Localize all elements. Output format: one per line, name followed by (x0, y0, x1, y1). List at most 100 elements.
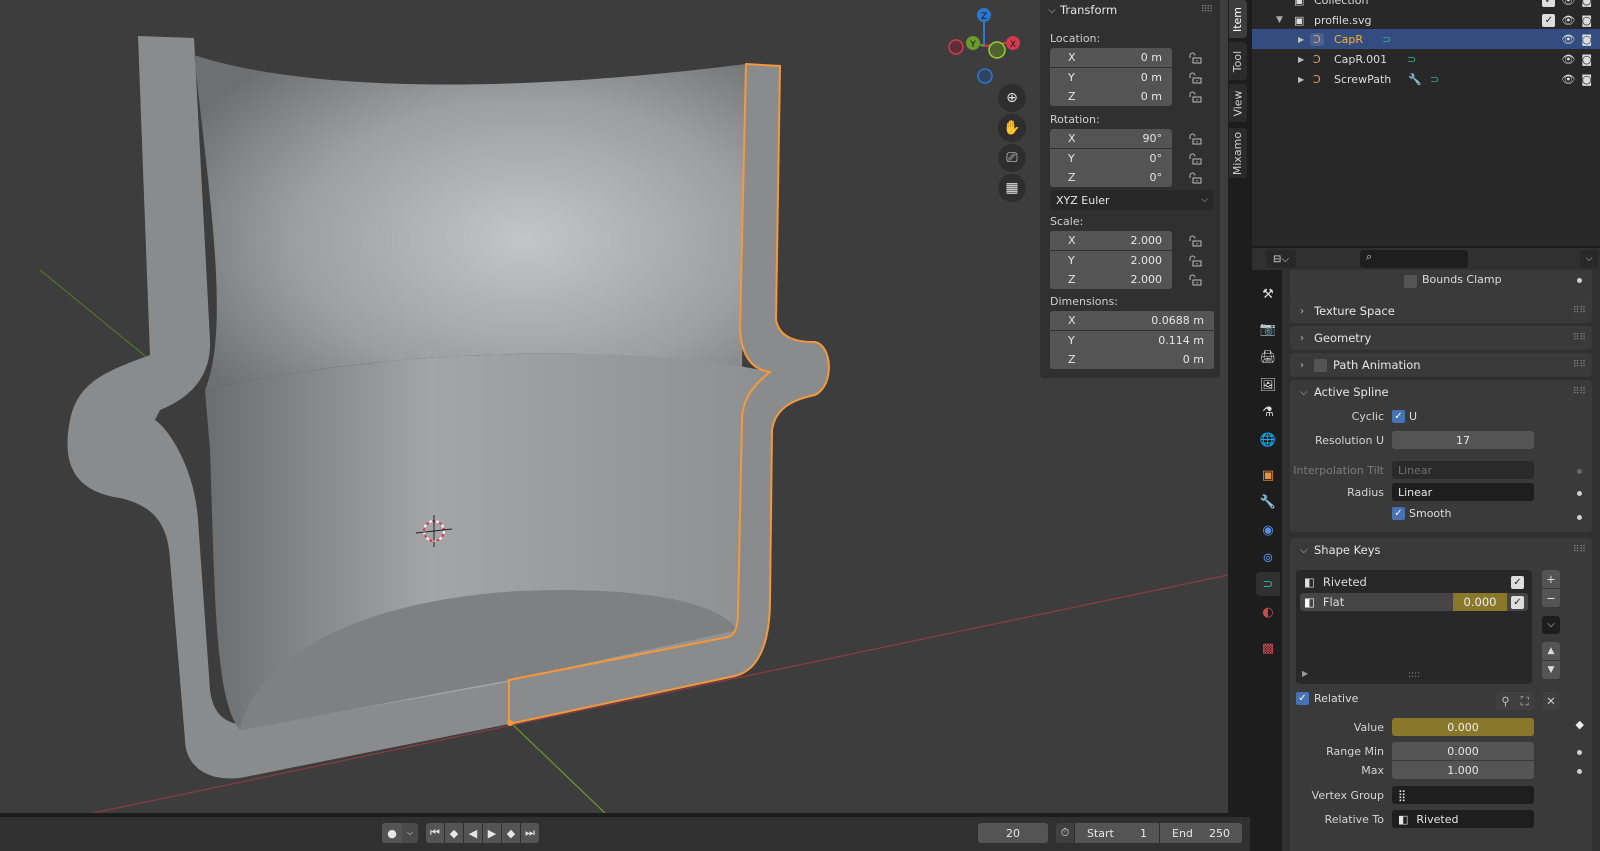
jump-to-start-button[interactable]: ⏮ (426, 823, 444, 843)
rotation-y-field[interactable]: Y 0° (1050, 148, 1172, 168)
remove-shape-key-button[interactable]: − (1542, 589, 1560, 607)
transform-panel-header[interactable]: ⌵ Transform ⠿⠿ (1040, 0, 1220, 20)
resolution-u-field[interactable]: 17 (1392, 431, 1534, 449)
wrench-modifier-icon[interactable]: 🔧 (1408, 73, 1422, 86)
outliner-row-capr-001[interactable]: ▶ Ↄ CapR.001 ⊃ 👁 ◙ (1252, 49, 1600, 69)
jump-to-end-button[interactable]: ⏭ (521, 823, 539, 843)
unlock-icon[interactable] (1188, 172, 1202, 184)
grid-perspective-icon[interactable]: ▦ (998, 174, 1026, 202)
unlock-icon[interactable] (1188, 235, 1202, 247)
eye-icon[interactable]: 👁 (1561, 33, 1575, 46)
shape-key-mute-checkbox[interactable]: ✓ (1511, 595, 1524, 609)
geometry-panel[interactable]: › Geometry ⠿⠿ (1290, 326, 1592, 350)
dimensions-x-field[interactable]: X 0.0688 m (1050, 311, 1214, 330)
render-camera-icon[interactable]: ◙ (1581, 14, 1592, 27)
view-layer-icon[interactable]: 🖼 (1256, 373, 1280, 397)
curve-data-icon[interactable]: ⊃ (1407, 53, 1416, 66)
modifier-wrench-icon[interactable]: 🔧 (1256, 490, 1280, 514)
cyclic-u-checkbox[interactable]: ✓ (1392, 410, 1405, 423)
end-frame-field[interactable]: End 250 (1160, 823, 1242, 843)
relative-to-field[interactable]: ◧ Riveted (1392, 810, 1534, 828)
unlock-icon[interactable] (1188, 72, 1202, 84)
auto-keying-button[interactable]: ● (382, 823, 402, 843)
eye-icon[interactable]: 👁 (1561, 53, 1575, 66)
zoom-icon[interactable]: ⊕ (998, 84, 1026, 112)
active-spline-header[interactable]: ⌵ Active Spline ⠿⠿ (1290, 380, 1592, 404)
unlock-icon[interactable] (1188, 274, 1202, 286)
scene-icon[interactable]: ⚗ (1256, 400, 1280, 424)
current-frame-field[interactable]: 20 (978, 823, 1048, 843)
rotation-x-field[interactable]: X 90° (1050, 129, 1172, 148)
pan-hand-icon[interactable]: ✋ (998, 114, 1026, 142)
render-camera-icon[interactable]: ◙ (1581, 0, 1592, 7)
disclosure-triangle-open-icon[interactable]: ▼ (1276, 15, 1283, 25)
render-camera-icon[interactable]: ◙ (1581, 53, 1592, 66)
gizmo-neg-z[interactable] (977, 68, 993, 84)
rotation-mode-dropdown[interactable]: XYZ Euler ⌵ (1050, 190, 1214, 210)
properties-search-input[interactable]: ⌕ (1360, 250, 1468, 268)
render-camera-icon[interactable]: ◙ (1581, 33, 1592, 46)
shape-key-item-riveted[interactable]: ◧ Riveted ✓ (1300, 573, 1528, 591)
shape-keys-header[interactable]: ⌵ Shape Keys ⠿⠿ (1290, 538, 1592, 562)
eye-icon[interactable]: 👁 (1561, 73, 1575, 86)
list-resize-grip-icon[interactable]: :::: (1408, 670, 1420, 680)
drag-grip-icon[interactable]: ⠿⠿ (1573, 306, 1586, 316)
vertex-group-field[interactable]: ⣿ (1392, 786, 1534, 804)
render-camera-icon[interactable]: ◙ (1581, 73, 1592, 86)
location-x-field[interactable]: X 0 m (1050, 48, 1172, 67)
exclude-checkbox[interactable]: ✓ (1542, 13, 1556, 27)
path-animation-checkbox[interactable] (1314, 358, 1327, 372)
unlock-icon[interactable] (1188, 153, 1202, 165)
unlock-icon[interactable] (1188, 255, 1202, 267)
start-frame-field[interactable]: Start 1 (1075, 823, 1159, 843)
keyframe-dot-icon[interactable] (1577, 278, 1582, 283)
texture-icon[interactable]: ▩ (1256, 636, 1280, 660)
object-icon[interactable]: ▣ (1256, 463, 1280, 487)
shape-key-mute-checkbox[interactable]: ✓ (1511, 575, 1524, 589)
unlock-icon[interactable] (1188, 91, 1202, 103)
location-y-field[interactable]: Y 0 m (1050, 67, 1172, 87)
keyframe-dot-icon[interactable] (1577, 469, 1582, 474)
pin-icon[interactable]: ⚲ (1501, 694, 1509, 708)
texture-space-panel[interactable]: › Texture Space ⠿⠿ (1290, 299, 1592, 323)
eye-icon[interactable]: 👁 (1561, 0, 1575, 7)
drag-grip-icon[interactable]: ⠿⠿ (1201, 5, 1213, 15)
curve-data-icon[interactable]: ⊃ (1382, 33, 1391, 46)
disclosure-triangle-icon[interactable]: ▶ (1298, 75, 1304, 84)
tab-view[interactable]: View (1229, 84, 1247, 122)
bounds-clamp-checkbox[interactable] (1404, 275, 1417, 288)
drag-grip-icon[interactable]: ⠿⠿ (1573, 545, 1586, 555)
outliner-row-profile-svg[interactable]: ▼ ▣ profile.svg ✓ 👁 ◙ (1252, 10, 1600, 30)
play-button[interactable]: ▶ (483, 823, 501, 843)
scale-z-field[interactable]: Z 2.000 (1050, 270, 1172, 289)
drag-grip-icon[interactable]: ⠿⠿ (1573, 360, 1586, 370)
eye-icon[interactable]: 👁 (1561, 14, 1575, 27)
keyframe-diamond-icon[interactable]: ◆ (1576, 718, 1584, 731)
jump-to-next-keyframe-button[interactable]: ◆ (502, 823, 520, 843)
filter-expand-icon[interactable]: ▶ (1302, 669, 1308, 678)
shape-key-value-field[interactable]: 0.000 (1453, 593, 1507, 611)
disclosure-triangle-icon[interactable]: ▶ (1298, 35, 1304, 44)
options-dropdown[interactable]: ⌵ (1580, 250, 1598, 268)
preview-range-stopwatch-icon[interactable]: ⏱ (1056, 823, 1074, 843)
rotation-z-field[interactable]: Z 0° (1050, 168, 1172, 187)
exclude-checkbox[interactable]: ✓ (1542, 0, 1556, 7)
tab-mixamo[interactable]: Mixamo (1229, 128, 1247, 178)
outliner-row-capr[interactable]: ▶ Ↄ CapR ⊃ 👁 ◙ (1252, 29, 1600, 49)
keyframe-dot-icon[interactable] (1577, 515, 1582, 520)
clear-shape-keys-button[interactable]: ✕ (1542, 692, 1560, 710)
move-up-button[interactable]: ▲ (1542, 642, 1560, 660)
render-icon[interactable]: 📷 (1256, 317, 1280, 341)
unlock-icon[interactable] (1188, 133, 1202, 145)
outliner-row-screwpath[interactable]: ▶ Ↄ ScrewPath 🔧 ⊃ 👁 ◙ (1252, 69, 1600, 89)
edit-mode-icon[interactable]: ⛶ (1521, 694, 1529, 709)
add-shape-key-button[interactable]: + (1542, 570, 1560, 588)
particles-icon[interactable]: ◉ (1256, 518, 1280, 542)
gizmo-neg-x[interactable] (948, 39, 964, 55)
play-reverse-button[interactable]: ◀ (464, 823, 482, 843)
keying-options-dropdown[interactable]: ⌵ (402, 823, 418, 843)
material-icon[interactable]: ◐ (1256, 600, 1280, 624)
shape-key-item-flat[interactable]: ◧ Flat 0.000 ✓ (1300, 593, 1528, 611)
curve-data-icon[interactable]: ⊃ (1430, 73, 1439, 86)
tab-item[interactable]: Item (1229, 0, 1247, 38)
